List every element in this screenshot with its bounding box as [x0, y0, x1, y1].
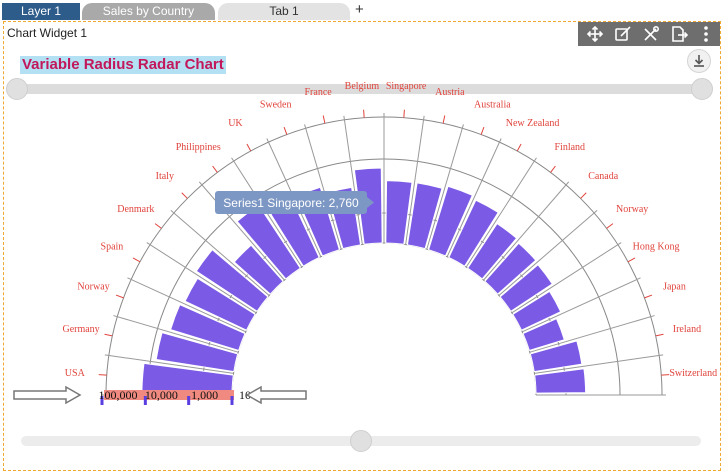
- category-label: Sweden: [260, 100, 292, 111]
- category-label: Spain: [101, 241, 124, 252]
- category-tick: [606, 223, 614, 229]
- tooltip-text: Series1 Singapore: 2,760: [223, 196, 359, 210]
- category-tick: [403, 109, 405, 118]
- category-tick: [181, 192, 188, 199]
- category-tick: [115, 294, 124, 299]
- bar-singapore: [385, 180, 413, 245]
- category-tick: [212, 165, 218, 173]
- category-label: New Zealand: [506, 118, 560, 129]
- category-label: Norway: [77, 282, 109, 293]
- category-label: Hong Kong: [633, 241, 680, 252]
- category-label: Italy: [156, 171, 174, 182]
- category-tick: [132, 257, 141, 263]
- category-tick: [516, 143, 522, 152]
- arrow-left-icon: [245, 385, 307, 405]
- category-tick: [644, 294, 653, 299]
- radial-tick-label: 100,000: [99, 388, 138, 402]
- category-tick: [246, 143, 252, 152]
- radial-tick-label: 10,000: [145, 388, 178, 402]
- category-label: France: [304, 87, 332, 98]
- radar-chart: USA Germany Norway Spain Denmark Italy Philipp…: [13, 81, 717, 405]
- category-label: Germany: [62, 324, 99, 335]
- category-tick: [655, 333, 664, 337]
- category-label: Norway: [616, 204, 648, 215]
- radial-tick-mark: [187, 396, 191, 405]
- category-label: Switzerland: [669, 368, 717, 379]
- category-tick: [480, 126, 485, 135]
- category-label: Canada: [588, 171, 619, 182]
- category-label: UK: [228, 118, 243, 129]
- category-tick: [98, 374, 107, 376]
- category-tick: [363, 109, 365, 118]
- category-label: Ireland: [673, 324, 701, 335]
- category-label: Philippines: [176, 142, 221, 153]
- radial-tick-label: 1,000: [191, 388, 218, 402]
- category-label: Finland: [554, 142, 585, 153]
- category-tick: [322, 115, 326, 124]
- category-tick: [627, 257, 636, 263]
- category-tick: [154, 223, 162, 229]
- category-label: Singapore: [386, 81, 427, 92]
- category-label: Japan: [663, 282, 686, 293]
- category-label: Austria: [435, 87, 465, 98]
- category-tick: [580, 192, 587, 199]
- category-tick: [442, 115, 446, 124]
- radial-tick-mark: [230, 396, 234, 405]
- category-label: USA: [65, 368, 86, 379]
- category-label: Australia: [474, 100, 511, 111]
- category-tick: [104, 333, 113, 337]
- category-tick: [550, 165, 556, 173]
- category-label: Belgium: [345, 81, 380, 92]
- category-label: Denmark: [117, 204, 154, 215]
- arrow-right-icon: [13, 385, 82, 405]
- category-tick: [661, 374, 670, 376]
- category-tick: [283, 126, 288, 135]
